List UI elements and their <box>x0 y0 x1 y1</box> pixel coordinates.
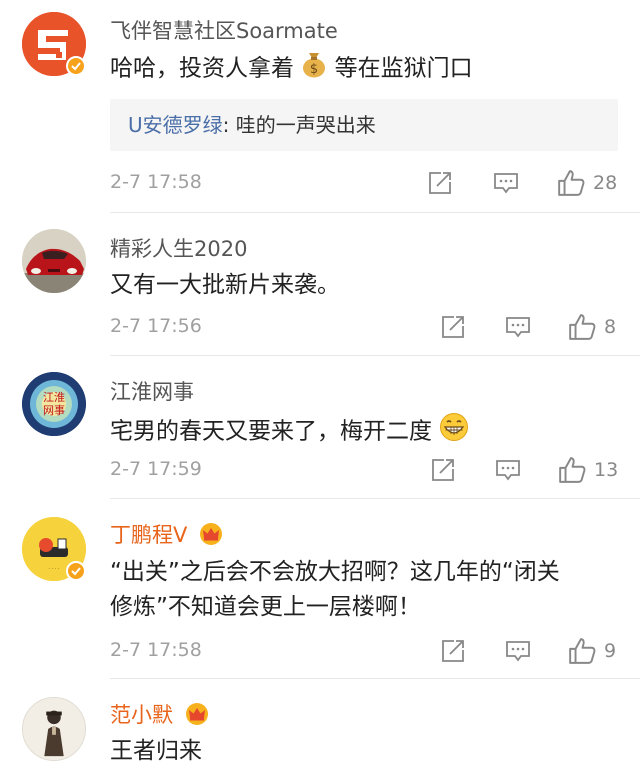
reply-username[interactable]: U安德罗绿 <box>128 113 223 137</box>
username[interactable]: 飞伴智慧社区Soarmate <box>110 15 338 45</box>
comment-text-part: 等在监狱门口 <box>334 55 473 82</box>
comment-icon[interactable] <box>495 457 521 483</box>
like-count: 9 <box>604 640 617 662</box>
timestamp: 2-7 17:59 <box>110 458 202 480</box>
like-count: 28 <box>593 172 618 194</box>
money-bag-emoji: $ <box>301 50 327 88</box>
share-icon[interactable] <box>427 170 453 196</box>
comment-item: 范小默 王者归来 <box>0 679 640 778</box>
comment-item: . . . . 丁鹏程V “出关”之后会不会放大招啊？这几年的“闭关 修炼”不知… <box>0 499 640 679</box>
svg-text:网事: 网事 <box>43 404 65 417</box>
comment-text: 宅男的春天又要来了，梅开二度 <box>110 412 469 452</box>
red-car-photo <box>22 229 86 293</box>
username[interactable]: 范小默 <box>110 703 173 727</box>
thumbs-up-icon[interactable] <box>568 313 596 341</box>
avatar[interactable] <box>22 229 86 293</box>
comment-text-part: 宅男的春天又要来了，梅开二度 <box>110 418 432 445</box>
comment-icon[interactable] <box>505 314 531 340</box>
comment-item: 飞伴智慧社区Soarmate 哈哈，投资人拿着 $ 等在监狱门口 U安德罗绿: … <box>0 0 640 213</box>
comment-text-part: 哈哈，投资人拿着 <box>110 55 294 82</box>
thumbs-up-icon[interactable] <box>568 637 596 665</box>
username[interactable]: 精彩人生2020 <box>110 233 247 263</box>
comment-text-line: 修炼”不知道会更上一层楼啊！ <box>110 594 421 620</box>
verified-icon <box>66 56 86 76</box>
svg-text:江淮: 江淮 <box>43 391 65 404</box>
like-count: 13 <box>594 459 619 481</box>
reply-preview[interactable]: U安德罗绿: 哇的一声哭出来 <box>110 99 618 151</box>
verified-icon <box>66 561 86 581</box>
comment-item: 江淮 网事 江淮网事 宅男的春天又要来了，梅开二度 2-7 17:59 13 <box>0 356 640 499</box>
vip-crown-icon <box>184 702 210 731</box>
thumbs-up-icon[interactable] <box>557 169 585 197</box>
jianghuai-logo-icon: 江淮 网事 <box>22 372 86 436</box>
share-icon[interactable] <box>440 638 466 664</box>
username[interactable]: 江淮网事 <box>110 376 194 406</box>
grin-emoji <box>439 412 469 452</box>
reply-text: 哇的一声哭出来 <box>235 113 376 137</box>
svg-text:$: $ <box>310 62 318 77</box>
timestamp: 2-7 17:58 <box>110 171 202 193</box>
comment-text-line: “出关”之后会不会放大招啊？这几年的“闭关 <box>110 559 560 585</box>
username-vip[interactable]: 丁鹏程V <box>110 519 224 551</box>
comment-text: 又有一大批新片来袭。 <box>110 272 340 298</box>
comment-icon[interactable] <box>505 638 531 664</box>
share-icon[interactable] <box>430 457 456 483</box>
comment-text: 哈哈，投资人拿着 $ 等在监狱门口 <box>110 50 473 88</box>
comment-icon[interactable] <box>493 170 519 196</box>
avatar[interactable]: 江淮 网事 <box>22 372 86 436</box>
reply-separator: : <box>222 113 236 137</box>
username-vip[interactable]: 范小默 <box>110 699 210 731</box>
figure-sketch-avatar <box>23 698 85 760</box>
comment-text: 王者归来 <box>110 738 202 764</box>
vip-crown-icon <box>198 522 224 551</box>
comment-item: 精彩人生2020 又有一大批新片来袭。 2-7 17:56 8 <box>0 213 640 356</box>
timestamp: 2-7 17:58 <box>110 639 202 661</box>
share-icon[interactable] <box>440 314 466 340</box>
timestamp: 2-7 17:56 <box>110 315 202 337</box>
svg-text:. . . .: . . . . <box>48 565 60 571</box>
thumbs-up-icon[interactable] <box>558 456 586 484</box>
username[interactable]: 丁鹏程V <box>110 523 187 547</box>
like-count: 8 <box>604 316 617 338</box>
avatar[interactable] <box>22 697 86 761</box>
